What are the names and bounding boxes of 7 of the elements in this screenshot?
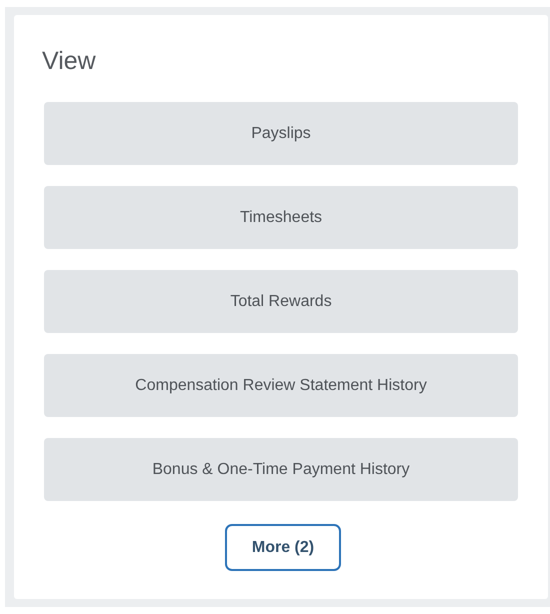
- section-title: View: [42, 46, 97, 77]
- view-button[interactable]: Timesheets: [44, 186, 518, 249]
- view-button[interactable]: Bonus & One-Time Payment History: [44, 438, 518, 501]
- view-button[interactable]: Payslips: [44, 102, 518, 165]
- view-button[interactable]: Total Rewards: [44, 270, 518, 333]
- more-button[interactable]: More (2): [225, 524, 341, 571]
- view-button[interactable]: Compensation Review Statement History: [44, 354, 518, 417]
